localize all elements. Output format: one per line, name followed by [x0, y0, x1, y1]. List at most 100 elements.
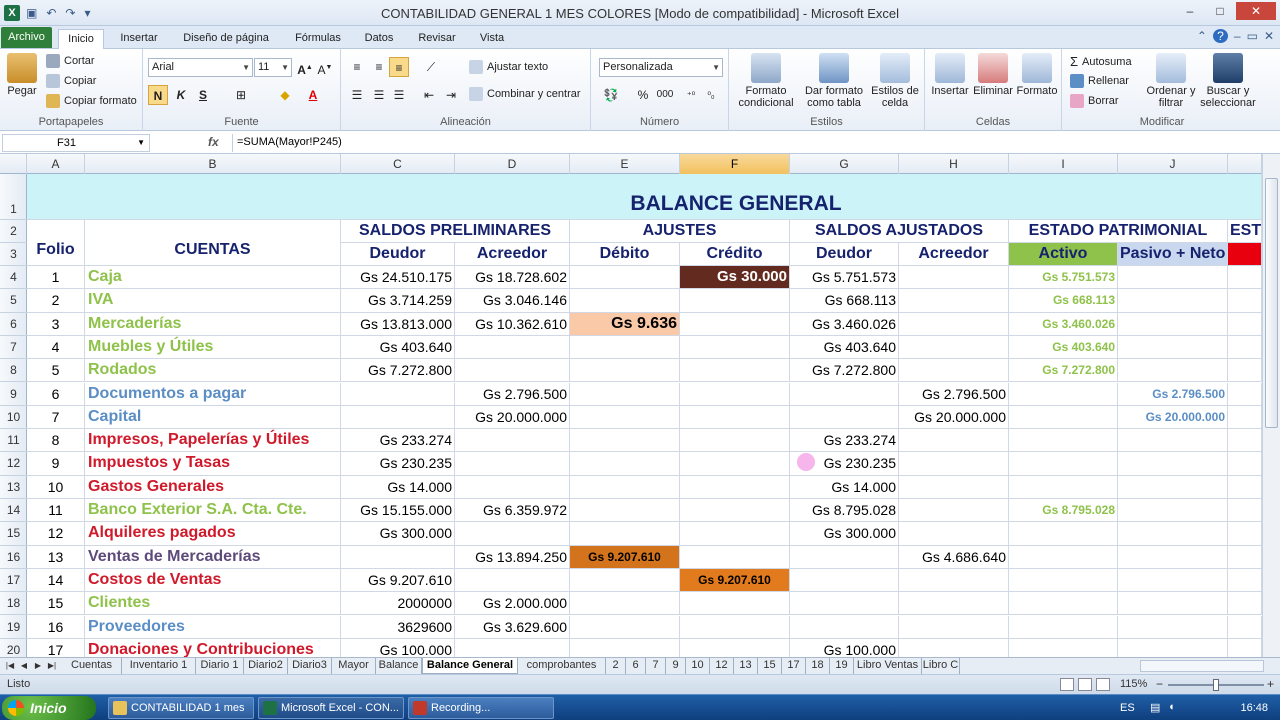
- orientation-icon[interactable]: ⟋: [421, 57, 441, 77]
- insert-function-icon[interactable]: fx: [208, 135, 219, 149]
- cell-j[interactable]: [1118, 499, 1228, 523]
- prev-sheet-icon[interactable]: ◀: [18, 658, 30, 674]
- col-header-4[interactable]: Débito: [570, 243, 680, 266]
- cell-j[interactable]: [1118, 545, 1228, 569]
- cell-i[interactable]: [1009, 638, 1118, 657]
- autosum-button[interactable]: Σ Autosuma: [1070, 54, 1132, 69]
- cell-c[interactable]: Gs 3.714.259: [341, 289, 455, 313]
- italic-button[interactable]: K: [171, 85, 191, 105]
- wrap-text-button[interactable]: Ajustar texto: [469, 60, 548, 74]
- cell-d[interactable]: Gs 10.362.610: [455, 312, 570, 336]
- cell-d[interactable]: Gs 20.000.000: [455, 405, 570, 430]
- sheet-tab-10[interactable]: 6: [626, 658, 646, 674]
- zoom-slider-handle[interactable]: [1213, 679, 1219, 691]
- sheet-tab-17[interactable]: 17: [782, 658, 806, 674]
- next-sheet-icon[interactable]: ▶: [32, 658, 44, 674]
- tab-revisar[interactable]: Revisar: [410, 29, 464, 49]
- cell-folio[interactable]: 3: [27, 312, 85, 336]
- cell-d[interactable]: Gs 2.000.000: [455, 592, 570, 616]
- cell-j[interactable]: [1118, 359, 1228, 383]
- cell-cuenta[interactable]: Costos de Ventas: [85, 568, 341, 593]
- cell-c[interactable]: Gs 403.640: [341, 335, 455, 360]
- select-all-corner[interactable]: [0, 154, 27, 174]
- cell-c[interactable]: 2000000: [341, 592, 455, 616]
- group-header-estado-patrimonial[interactable]: ESTADO PATRIMONIAL: [1009, 220, 1228, 243]
- cell-h[interactable]: [899, 452, 1009, 476]
- zoom-out-icon[interactable]: −: [1156, 677, 1163, 691]
- cell-k[interactable]: [1228, 475, 1262, 499]
- cell-c[interactable]: Gs 24.510.175: [341, 266, 455, 290]
- sheet-tab-5[interactable]: Mayor: [332, 658, 376, 674]
- row-header-19[interactable]: 19: [0, 616, 27, 639]
- column-header-c[interactable]: C: [341, 154, 455, 174]
- column-header-j[interactable]: J: [1118, 154, 1228, 174]
- cell-g[interactable]: Gs 8.795.028: [790, 499, 899, 523]
- group-header-est[interactable]: EST: [1228, 220, 1262, 243]
- cell-j[interactable]: [1118, 289, 1228, 313]
- number-format-select[interactable]: Personalizada ▼: [599, 58, 723, 77]
- minimize-button[interactable]: –: [1176, 2, 1204, 20]
- cell-k[interactable]: [1228, 312, 1262, 336]
- row-header-15[interactable]: 15: [0, 522, 27, 546]
- cell-d[interactable]: [455, 522, 570, 546]
- column-header-d[interactable]: D: [455, 154, 570, 174]
- cell-folio[interactable]: 9: [27, 452, 85, 476]
- cell-j[interactable]: [1118, 475, 1228, 499]
- row-header-12[interactable]: 12: [0, 452, 27, 476]
- cell-folio[interactable]: 1: [27, 266, 85, 290]
- col-header-8[interactable]: Activo: [1009, 243, 1118, 266]
- sheet-tab-19[interactable]: 19: [830, 658, 854, 674]
- cell-cuenta[interactable]: Clientes: [85, 592, 341, 616]
- cell-folio[interactable]: 2: [27, 289, 85, 313]
- cell-c[interactable]: Gs 9.207.610: [341, 568, 455, 593]
- cell-j[interactable]: [1118, 592, 1228, 616]
- cell-f[interactable]: [680, 452, 790, 476]
- close-button[interactable]: ✕: [1236, 2, 1276, 20]
- sheet-tab-20[interactable]: Libro Ventas: [854, 658, 922, 674]
- col-header-6[interactable]: Deudor: [790, 243, 899, 266]
- row-header-17[interactable]: 17: [0, 569, 27, 593]
- cell-h[interactable]: [899, 266, 1009, 290]
- cell-f[interactable]: [680, 592, 790, 616]
- group-header-ajustes[interactable]: AJUSTES: [570, 220, 790, 243]
- cell-f[interactable]: [680, 429, 790, 453]
- cell-i[interactable]: [1009, 615, 1118, 639]
- cell-cuenta[interactable]: Documentos a pagar: [85, 382, 341, 406]
- cell-f[interactable]: [680, 289, 790, 313]
- cell-h[interactable]: [899, 522, 1009, 546]
- cell-g[interactable]: Gs 7.272.800: [790, 359, 899, 383]
- cell-k[interactable]: [1228, 545, 1262, 569]
- sheet-tab-6[interactable]: Balance: [376, 658, 422, 674]
- workbook-minimize-icon[interactable]: –: [1234, 29, 1241, 43]
- page-layout-view-icon[interactable]: [1078, 678, 1092, 691]
- cell-c[interactable]: Gs 13.813.000: [341, 312, 455, 336]
- cell-d[interactable]: [455, 568, 570, 593]
- cell-c[interactable]: Gs 7.272.800: [341, 359, 455, 383]
- clock[interactable]: 16:48: [1240, 702, 1268, 714]
- cell-cuenta[interactable]: IVA: [85, 289, 341, 313]
- column-header-f[interactable]: F: [680, 154, 790, 174]
- cell-k[interactable]: [1228, 405, 1262, 430]
- cell-cuenta[interactable]: Gastos Generales: [85, 475, 341, 499]
- format-cells-button[interactable]: Formato: [1015, 53, 1059, 97]
- fill-button[interactable]: Rellenar: [1070, 74, 1129, 88]
- cell-i[interactable]: [1009, 545, 1118, 569]
- worksheet-grid[interactable]: ABCDEFGHIJ 1 2 3 4 5 6 7 8 9 10 11 12 13 14 15 16 17 18 19…: [0, 154, 1262, 657]
- cell-f[interactable]: [680, 545, 790, 569]
- column-header-i[interactable]: I: [1009, 154, 1118, 174]
- cell-j[interactable]: [1118, 335, 1228, 360]
- taskbar-item-excel[interactable]: Microsoft Excel - CON...: [258, 697, 404, 719]
- cell-c[interactable]: 3629600: [341, 615, 455, 639]
- cell-cuenta[interactable]: Donaciones y Contribuciones: [85, 638, 341, 657]
- cell-e[interactable]: [570, 592, 680, 616]
- row-header-20[interactable]: 20: [0, 639, 27, 657]
- align-right-icon[interactable]: ☰: [389, 85, 409, 105]
- cell-folio[interactable]: 16: [27, 615, 85, 639]
- cell-d[interactable]: [455, 359, 570, 383]
- cell-cuenta[interactable]: Muebles y Útiles: [85, 335, 341, 360]
- group-header-saldos-ajustados[interactable]: SALDOS AJUSTADOS: [790, 220, 1009, 243]
- cell-g[interactable]: [790, 568, 899, 593]
- cell-j[interactable]: [1118, 615, 1228, 639]
- cell-e[interactable]: Gs 9.636: [570, 312, 680, 336]
- formula-input[interactable]: =SUMA(Mayor!P245): [232, 134, 1272, 152]
